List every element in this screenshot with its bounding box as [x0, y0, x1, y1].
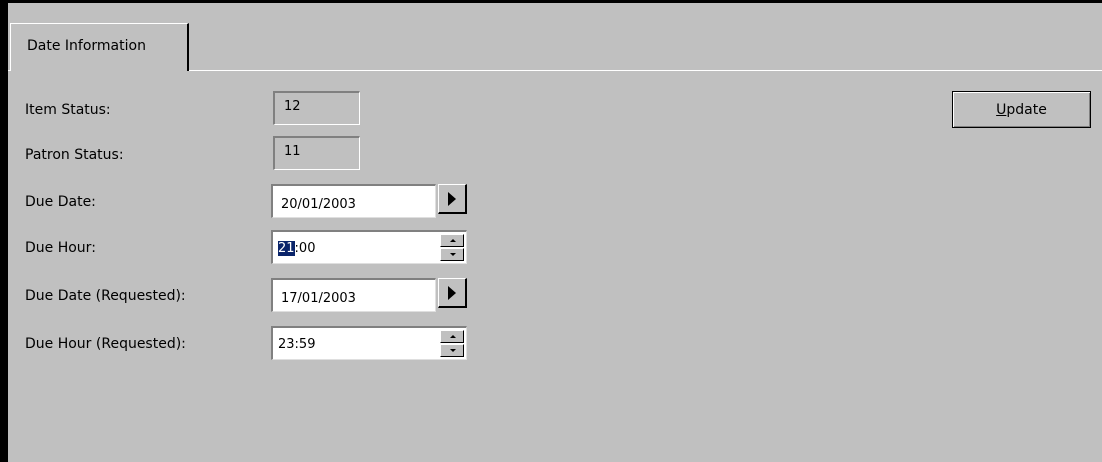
patron-status-label: Patron Status: — [25, 147, 124, 163]
due-hour-spinner[interactable] — [440, 234, 464, 262]
due-date-requested-field[interactable]: 17/01/2003 — [271, 278, 436, 312]
item-status-label: Item Status: — [25, 102, 111, 118]
due-hour-requested-spin-down[interactable] — [440, 344, 464, 357]
spin-up-icon — [450, 335, 456, 338]
right-arrow-icon — [448, 286, 456, 300]
due-date-label: Due Date: — [25, 194, 96, 210]
tab-date-information[interactable]: Date Information — [10, 23, 189, 71]
due-hour-requested-spin-up[interactable] — [440, 330, 464, 343]
due-hour-spin-up[interactable] — [440, 234, 464, 247]
spin-down-icon — [450, 349, 456, 352]
due-date-picker-button[interactable] — [438, 184, 467, 214]
due-hour-requested-label: Due Hour (Requested): — [25, 336, 186, 352]
update-label-rest: pdate — [1006, 101, 1047, 118]
due-date-value: 20/01/2003 — [281, 197, 356, 212]
due-hour-requested-value: 23:59 — [278, 337, 316, 352]
due-date-requested-value: 17/01/2003 — [281, 291, 356, 306]
due-hour-requested-field[interactable]: 23:59 — [271, 326, 467, 360]
spin-down-icon — [450, 253, 456, 256]
tab-label: Date Information — [27, 38, 146, 54]
due-hour-spin-down[interactable] — [440, 248, 464, 261]
due-hour-text: 21:00 — [278, 241, 315, 256]
due-date-requested-picker-button[interactable] — [438, 278, 467, 308]
due-hour-minutes: :00 — [294, 241, 316, 256]
patron-status-value: 11 — [273, 136, 360, 170]
update-mnemonic: U — [996, 101, 1007, 118]
due-hour-field[interactable]: 21:00 — [271, 230, 467, 264]
due-date-field[interactable]: 20/01/2003 — [271, 184, 436, 218]
due-date-requested-label: Due Date (Requested): — [25, 288, 186, 304]
item-status-value: 12 — [273, 91, 360, 125]
right-arrow-icon — [448, 192, 456, 206]
update-button[interactable]: Update — [952, 91, 1091, 128]
window-frame-top — [0, 0, 1102, 3]
due-hour-selected: 21 — [278, 241, 295, 256]
window-frame-left — [0, 0, 8, 462]
spin-up-icon — [450, 239, 456, 242]
due-hour-requested-spinner[interactable] — [440, 330, 464, 358]
due-hour-label: Due Hour: — [25, 240, 96, 256]
